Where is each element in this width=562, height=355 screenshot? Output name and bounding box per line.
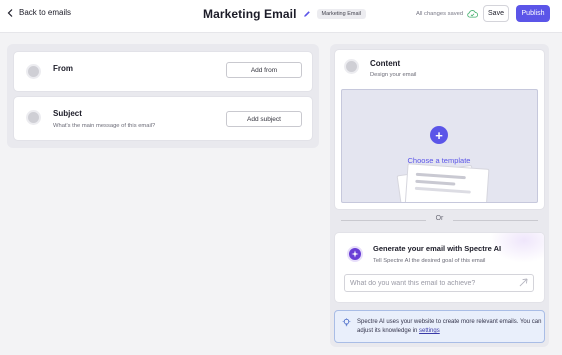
ai-goal-input[interactable]	[344, 274, 534, 292]
content-subtitle: Design your email	[370, 72, 417, 78]
save-status: All changes saved	[416, 10, 479, 18]
subject-card: Subject What's the main message of this …	[13, 96, 313, 141]
chevron-left-icon	[7, 8, 13, 17]
add-from-button[interactable]: Add from	[226, 62, 302, 78]
ai-subtitle: Tell Spectre AI the desired goal of this…	[373, 258, 486, 264]
choose-template-area[interactable]	[341, 89, 538, 203]
template-preview-front	[404, 163, 490, 202]
ai-generate-card	[334, 232, 545, 303]
ai-title: Generate your email with Spectre AI	[373, 244, 502, 253]
sparkle-icon	[347, 246, 363, 262]
add-subject-button[interactable]: Add subject	[226, 111, 302, 127]
ai-info-text: Spectre AI uses your website to create m…	[357, 318, 543, 336]
subject-status-icon	[26, 110, 41, 125]
pencil-icon[interactable]	[303, 10, 311, 18]
email-type-chip: Marketing Email	[316, 9, 366, 19]
from-status-icon	[26, 64, 41, 79]
ai-info-message: Spectre AI uses your website to create m…	[357, 319, 542, 334]
page-title: Marketing Email	[203, 7, 297, 21]
divider-line-right	[453, 220, 538, 221]
back-to-emails-link[interactable]: Back to emails	[7, 8, 71, 17]
lightbulb-icon	[342, 318, 351, 327]
save-button[interactable]: Save	[483, 5, 509, 22]
top-bar: Back to emails Marketing Email Marketing…	[0, 0, 562, 33]
publish-button[interactable]: Publish	[516, 5, 550, 22]
title-group: Marketing Email Marketing Email	[203, 7, 366, 21]
subject-label: Subject	[53, 109, 82, 118]
settings-link[interactable]: settings	[419, 328, 440, 334]
save-status-text: All changes saved	[416, 11, 464, 17]
subject-description: What's the main message of this email?	[53, 123, 156, 129]
choose-template-link[interactable]: Choose a template	[380, 156, 498, 165]
send-icon[interactable]	[519, 278, 528, 287]
plus-icon[interactable]: +	[430, 126, 448, 144]
content-status-icon	[344, 59, 359, 74]
cloud-check-icon	[467, 10, 479, 18]
back-label: Back to emails	[19, 8, 72, 17]
from-label: From	[53, 64, 73, 73]
or-divider: Or	[341, 215, 538, 225]
content-label: Content	[370, 59, 401, 68]
from-card: From Add from	[13, 51, 313, 92]
